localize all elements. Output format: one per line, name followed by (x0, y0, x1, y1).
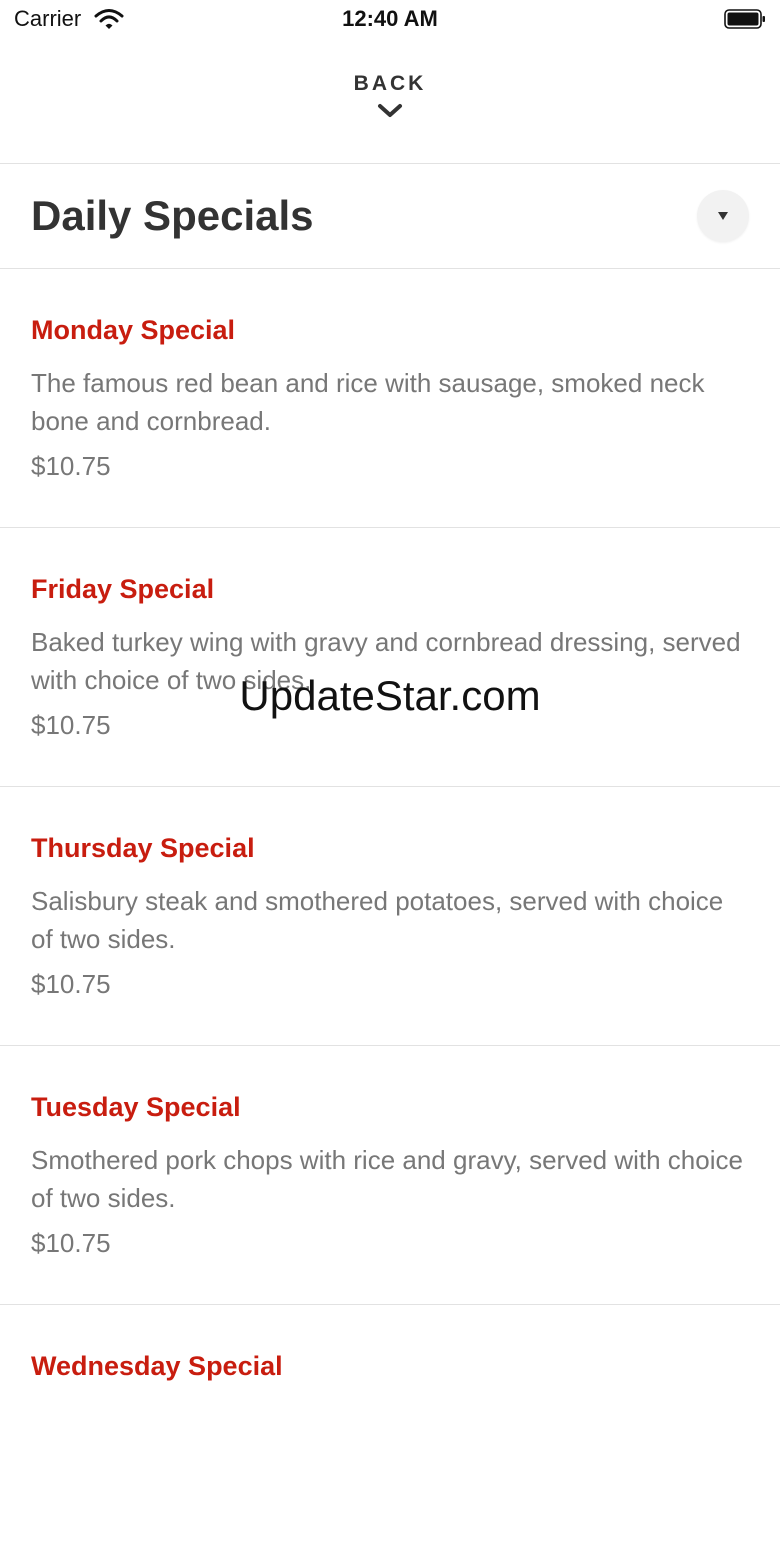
menu-item-price: $10.75 (31, 969, 111, 999)
menu-item[interactable]: Tuesday Special Smothered pork chops wit… (0, 1046, 780, 1305)
battery-icon (724, 9, 766, 29)
triangle-down-icon (718, 212, 728, 220)
menu-item[interactable]: Monday Special The famous red bean and r… (0, 269, 780, 528)
section-header: Daily Specials (0, 164, 780, 268)
back-label: BACK (353, 72, 427, 95)
menu-item[interactable]: Wednesday Special (0, 1305, 780, 1564)
menu-item[interactable]: Friday Special Baked turkey wing with gr… (0, 528, 780, 787)
menu-item-price: $10.75 (31, 451, 111, 481)
chevron-down-icon (377, 102, 403, 120)
status-bar: Carrier 12:40 AM (0, 0, 780, 40)
menu-item-description: Salisbury steak and smothered potatoes, … (31, 886, 724, 954)
menu-item-name: Wednesday Special (31, 1351, 283, 1381)
back-button[interactable]: BACK (0, 72, 780, 138)
menu-item-name: Monday Special (31, 315, 236, 345)
clock: 12:40 AM (342, 6, 438, 31)
menu-item-name: Thursday Special (31, 833, 255, 863)
menu-list: Monday Special The famous red bean and r… (0, 269, 780, 1564)
watermark: UpdateStar.com (239, 672, 541, 719)
menu-item-description: Smothered pork chops with rice and gravy… (31, 1145, 743, 1213)
menu-item[interactable]: Thursday Special Salisbury steak and smo… (0, 787, 780, 1046)
collapse-section-button[interactable] (697, 190, 749, 242)
menu-item-name: Tuesday Special (31, 1092, 241, 1122)
menu-item-description: The famous red bean and rice with sausag… (31, 368, 705, 436)
menu-item-price: $10.75 (31, 1228, 111, 1258)
page-title: Daily Specials (31, 192, 314, 239)
menu-item-name: Friday Special (31, 574, 215, 604)
